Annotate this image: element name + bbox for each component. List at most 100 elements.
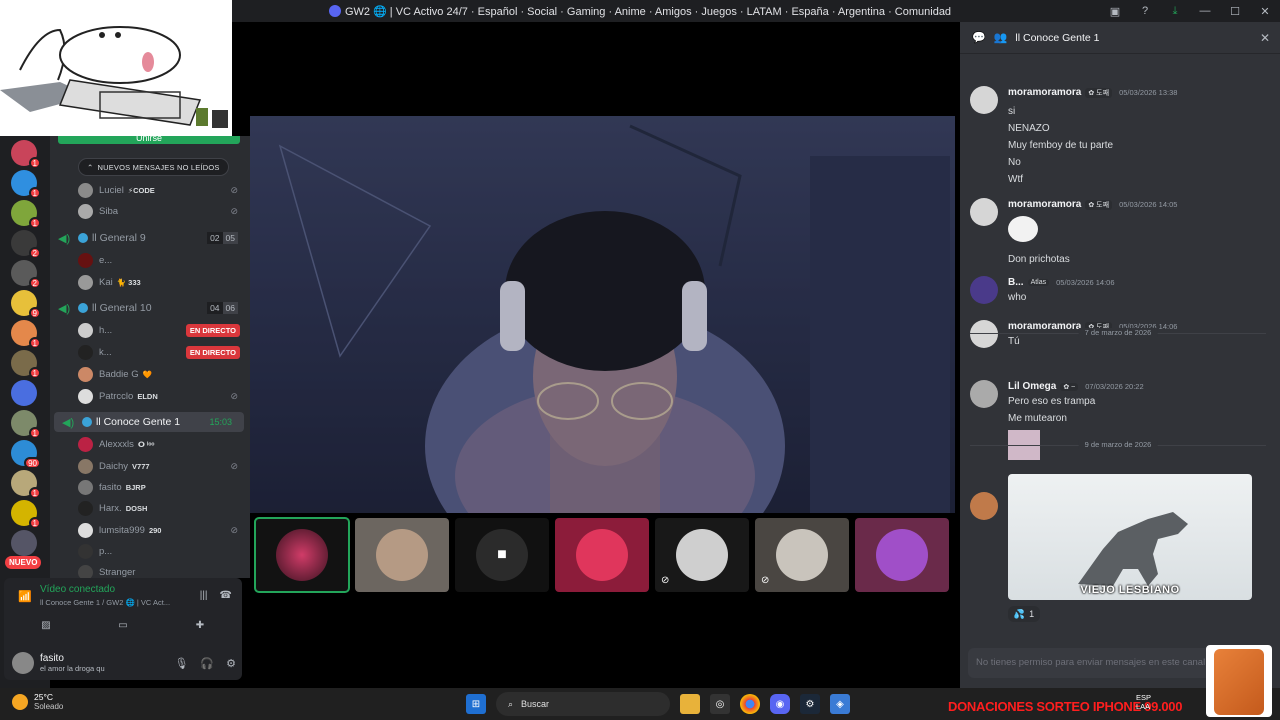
server-icon[interactable]: 1 — [11, 350, 41, 379]
occupancy-counter: 02 05 — [207, 232, 238, 244]
voice-user-row[interactable]: Siba ⊘ — [50, 201, 250, 221]
discord-icon[interactable]: ◉ — [770, 694, 790, 714]
participant-tile[interactable] — [555, 518, 649, 592]
voice-user-row[interactable]: Kai 🐈 333 — [50, 272, 250, 292]
voice-user-row[interactable]: h... EN DIRECTO — [50, 320, 250, 340]
voice-user-row[interactable]: p... — [50, 541, 250, 561]
activities-button[interactable]: ✚ — [166, 614, 234, 636]
microphone-icon[interactable]: 🎙 — [174, 657, 188, 670]
voice-channel-row[interactable]: ◀) ll General 10 04 06 — [50, 298, 250, 318]
voice-user-row[interactable]: lumsita999 290 ⊘ — [50, 520, 250, 540]
server-icon[interactable] — [11, 380, 37, 406]
avatar[interactable] — [12, 652, 34, 674]
file-explorer-icon[interactable] — [680, 694, 700, 714]
avatar[interactable] — [970, 86, 998, 114]
participant-tile[interactable]: ⊘ — [755, 518, 849, 592]
disconnect-icon[interactable]: ☎ — [220, 590, 232, 601]
server-icon[interactable]: 2 — [11, 260, 41, 289]
participant-tile[interactable]: ⊘ — [655, 518, 749, 592]
voice-user-row[interactable]: Alexxxls ⵔ ᴵᵒᵒ — [50, 434, 250, 454]
download-icon[interactable]: ⤓ — [1160, 0, 1190, 22]
new-badge[interactable]: NUEVO — [5, 556, 42, 569]
server-icon[interactable]: 1 — [11, 320, 41, 349]
noise-suppression-icon[interactable]: ||| — [200, 590, 208, 601]
user-name[interactable]: fasito — [40, 653, 105, 664]
muted-icon: ⊘ — [230, 205, 238, 216]
avatar[interactable] — [970, 276, 998, 304]
avatar[interactable] — [970, 198, 998, 226]
reaction-button[interactable]: 💦 1 — [1008, 606, 1040, 622]
avatar — [78, 564, 93, 578]
participant-avatar — [276, 529, 328, 581]
server-icon[interactable]: 9 — [11, 290, 41, 319]
voice-user-row[interactable]: Harx. DOSH — [50, 498, 250, 518]
chrome-icon[interactable] — [740, 694, 760, 714]
avatar[interactable] — [970, 380, 998, 408]
join-button[interactable]: Unirse — [58, 136, 240, 144]
voice-channel-name[interactable]: ll Conoce Gente 1 / GW2 🌐 | VC Act... — [40, 598, 170, 607]
avatar[interactable] — [970, 492, 998, 520]
server-icon[interactable]: 1 — [11, 470, 41, 499]
voice-user-row[interactable]: k... EN DIRECTO — [50, 342, 250, 362]
user-tag: V777 — [132, 461, 150, 471]
server-icon[interactable]: 2 — [11, 230, 41, 259]
server-icon[interactable]: 1 — [11, 200, 41, 229]
steam-icon[interactable]: ⚙ — [800, 694, 820, 714]
signal-icon[interactable]: 📶 — [18, 590, 32, 603]
weather-widget[interactable]: 25°C Soleado — [12, 692, 63, 711]
app-icon[interactable]: ◎ — [710, 694, 730, 714]
voice-user-row[interactable]: Baddie G 🧡 — [50, 364, 250, 384]
browser-icon[interactable]: ◈ — [830, 694, 850, 714]
voice-user-row[interactable]: Stranger — [50, 562, 250, 578]
voice-user-row[interactable]: fasito BJRP — [50, 477, 250, 497]
mention-badge: 2 — [28, 277, 41, 289]
avatar — [78, 203, 93, 219]
voice-status[interactable]: Vídeo conectado — [40, 584, 115, 595]
message-author[interactable]: moramoramora — [1008, 321, 1081, 332]
message-author[interactable]: moramoramora — [1008, 87, 1081, 98]
screen-share-button[interactable]: ▭ — [89, 614, 157, 636]
participant-tile[interactable]: ■ — [455, 518, 549, 592]
voice-user-row[interactable]: Patrcclo ELDN ⊘ — [50, 386, 250, 406]
server-icon[interactable]: 1 — [11, 500, 41, 529]
system-tray[interactable]: ESP LAA — [1136, 693, 1151, 711]
message-author[interactable]: B... — [1008, 277, 1024, 288]
language-indicator[interactable]: ESP LAA — [1136, 693, 1151, 711]
server-icon[interactable]: 1 — [11, 410, 41, 439]
gif-embed[interactable]: VIEJO LESBIANO — [1008, 474, 1252, 600]
voice-channel-row[interactable]: ◀) ll Conoce Gente 1 15:03 — [54, 412, 244, 432]
participant-tile[interactable] — [855, 518, 949, 592]
date-divider: 7 de marzo de 2026 — [970, 328, 1266, 337]
help-icon[interactable]: ? — [1130, 0, 1160, 22]
avatar — [78, 522, 93, 538]
settings-gear-icon[interactable]: ⚙ — [226, 657, 236, 670]
mention-badge: 1 — [28, 337, 41, 349]
headphones-icon[interactable]: 🎧 — [200, 657, 214, 670]
minimize-icon[interactable]: — — [1190, 0, 1220, 22]
voice-channel-row[interactable]: ◀) ll General 9 02 05 — [50, 228, 250, 248]
camera-off-button[interactable]: ▨ — [12, 614, 80, 636]
voice-user-row[interactable]: Daichy V777 ⊘ — [50, 456, 250, 476]
participant-tile[interactable] — [254, 517, 350, 593]
avatar[interactable] — [970, 320, 998, 348]
participant-tile[interactable] — [355, 518, 449, 592]
close-window-icon[interactable]: ✕ — [1250, 0, 1280, 22]
server-icon[interactable]: 90 — [11, 440, 41, 469]
unread-messages-pill[interactable]: ⌃ NUEVOS MENSAJES NO LEÍDOS — [78, 158, 229, 176]
streamer-cam-overlay — [0, 0, 232, 136]
server-icon[interactable]: 1 — [11, 140, 41, 169]
server-icon[interactable]: 1 — [11, 170, 41, 199]
maximize-icon[interactable]: ☐ — [1220, 0, 1250, 22]
close-icon[interactable]: ✕ — [1260, 31, 1270, 45]
start-icon[interactable]: ⊞ — [466, 694, 486, 714]
message-author[interactable]: moramoramora — [1008, 199, 1081, 210]
message-author[interactable]: Lil Omega — [1008, 381, 1056, 392]
search-box[interactable]: ⌕ Buscar — [496, 692, 670, 716]
inbox-icon[interactable]: ▣ — [1100, 0, 1130, 22]
voice-user-row[interactable]: Luciel ⚡CODE ⊘ — [50, 180, 250, 200]
language-code: ESP — [1136, 693, 1152, 702]
main-video-feed[interactable] — [250, 116, 955, 513]
server-icon[interactable] — [11, 530, 37, 556]
voice-user-row[interactable]: e... — [50, 250, 250, 270]
occupancy-current: 02 — [207, 232, 223, 244]
